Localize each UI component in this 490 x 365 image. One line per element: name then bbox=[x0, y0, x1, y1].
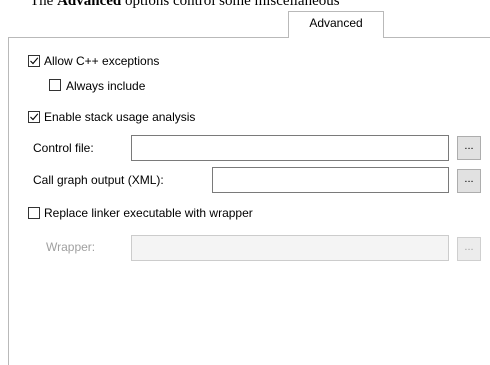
control-file-input[interactable] bbox=[131, 135, 449, 161]
tab-divider-left bbox=[8, 37, 289, 38]
call-graph-output-label: Call graph output (XML): bbox=[33, 173, 164, 187]
panel-border bbox=[8, 37, 9, 365]
enable-stack-usage-label: Enable stack usage analysis bbox=[44, 110, 196, 124]
replace-linker-label: Replace linker executable with wrapper bbox=[44, 206, 253, 220]
call-graph-output-input[interactable] bbox=[212, 167, 449, 193]
allow-cpp-exceptions-checkbox[interactable] bbox=[28, 55, 40, 67]
caption-prefix: The bbox=[30, 0, 58, 9]
caption-suffix: options control some miscellaneous bbox=[121, 0, 340, 9]
wrapper-browse-button: ... bbox=[457, 237, 481, 261]
call-graph-output-browse-button[interactable]: ... bbox=[457, 169, 481, 193]
allow-cpp-exceptions-label: Allow C++ exceptions bbox=[44, 54, 160, 68]
replace-linker-checkbox[interactable] bbox=[28, 207, 40, 219]
wrapper-input bbox=[131, 235, 449, 261]
control-file-label: Control file: bbox=[33, 141, 94, 155]
checkmark-icon bbox=[30, 57, 39, 65]
tab-advanced[interactable]: Advanced bbox=[288, 11, 384, 38]
caption-text: The Advanced options control some miscel… bbox=[30, 0, 340, 10]
always-include-label: Always include bbox=[66, 79, 146, 93]
tab-divider-right bbox=[383, 37, 490, 38]
checkmark-icon bbox=[30, 113, 39, 121]
control-file-browse-button[interactable]: ... bbox=[457, 136, 481, 160]
caption-bold: Advanced bbox=[57, 0, 122, 9]
enable-stack-usage-checkbox[interactable] bbox=[28, 111, 40, 123]
always-include-checkbox[interactable] bbox=[49, 79, 61, 91]
wrapper-label: Wrapper: bbox=[46, 240, 96, 254]
